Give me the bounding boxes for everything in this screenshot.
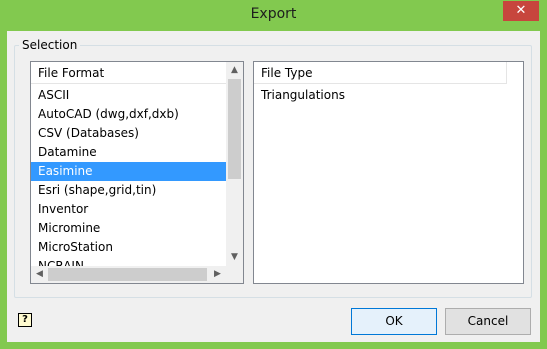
- help-icon[interactable]: ?: [18, 313, 32, 327]
- title-bar[interactable]: Export ✕: [0, 0, 547, 31]
- list-item-csv[interactable]: CSV (Databases): [31, 124, 226, 143]
- list-item-microstation[interactable]: MicroStation: [31, 238, 226, 257]
- vertical-scrollbar[interactable]: ▲ ▼: [226, 62, 243, 266]
- window-title: Export: [250, 6, 297, 22]
- file-type-header-label: File Type: [261, 66, 313, 80]
- list-item-ascii[interactable]: ASCII: [31, 86, 226, 105]
- export-dialog: Export ✕ Selection File Format ASCII Aut…: [0, 0, 547, 349]
- list-item-micromine[interactable]: Micromine: [31, 219, 226, 238]
- file-format-header-label: File Format: [38, 66, 105, 80]
- ok-button[interactable]: OK: [351, 308, 437, 335]
- vertical-scroll-thumb[interactable]: [228, 79, 241, 179]
- scrollbar-corner: [226, 266, 243, 283]
- close-button[interactable]: ✕: [503, 1, 539, 21]
- horizontal-scroll-thumb[interactable]: [48, 268, 207, 281]
- file-type-header[interactable]: File Type: [254, 62, 507, 84]
- file-type-list[interactable]: File Type Triangulations: [253, 61, 524, 284]
- file-format-list[interactable]: File Format ASCII AutoCAD (dwg,dxf,dxb) …: [30, 61, 244, 284]
- file-type-items: Triangulations: [254, 86, 523, 105]
- file-format-header[interactable]: File Format: [31, 62, 226, 84]
- list-item-datamine[interactable]: Datamine: [31, 143, 226, 162]
- list-item-triangulations[interactable]: Triangulations: [254, 86, 523, 105]
- scroll-right-icon[interactable]: ▶: [209, 266, 226, 283]
- list-item-esri[interactable]: Esri (shape,grid,tin): [31, 181, 226, 200]
- dialog-body: Selection File Format ASCII AutoCAD (dwg…: [7, 31, 540, 342]
- scroll-up-icon[interactable]: ▲: [226, 62, 243, 79]
- scroll-down-icon[interactable]: ▼: [226, 249, 243, 266]
- selection-group-label: Selection: [19, 38, 81, 52]
- cancel-button[interactable]: Cancel: [445, 308, 531, 335]
- list-item-inventor[interactable]: Inventor: [31, 200, 226, 219]
- list-item-autocad[interactable]: AutoCAD (dwg,dxf,dxb): [31, 105, 226, 124]
- horizontal-scrollbar[interactable]: ◀ ▶: [31, 266, 226, 283]
- list-item-easimine[interactable]: Easimine: [31, 162, 226, 181]
- file-format-items: ASCII AutoCAD (dwg,dxf,dxb) CSV (Databas…: [31, 86, 226, 276]
- scroll-left-icon[interactable]: ◀: [31, 266, 48, 283]
